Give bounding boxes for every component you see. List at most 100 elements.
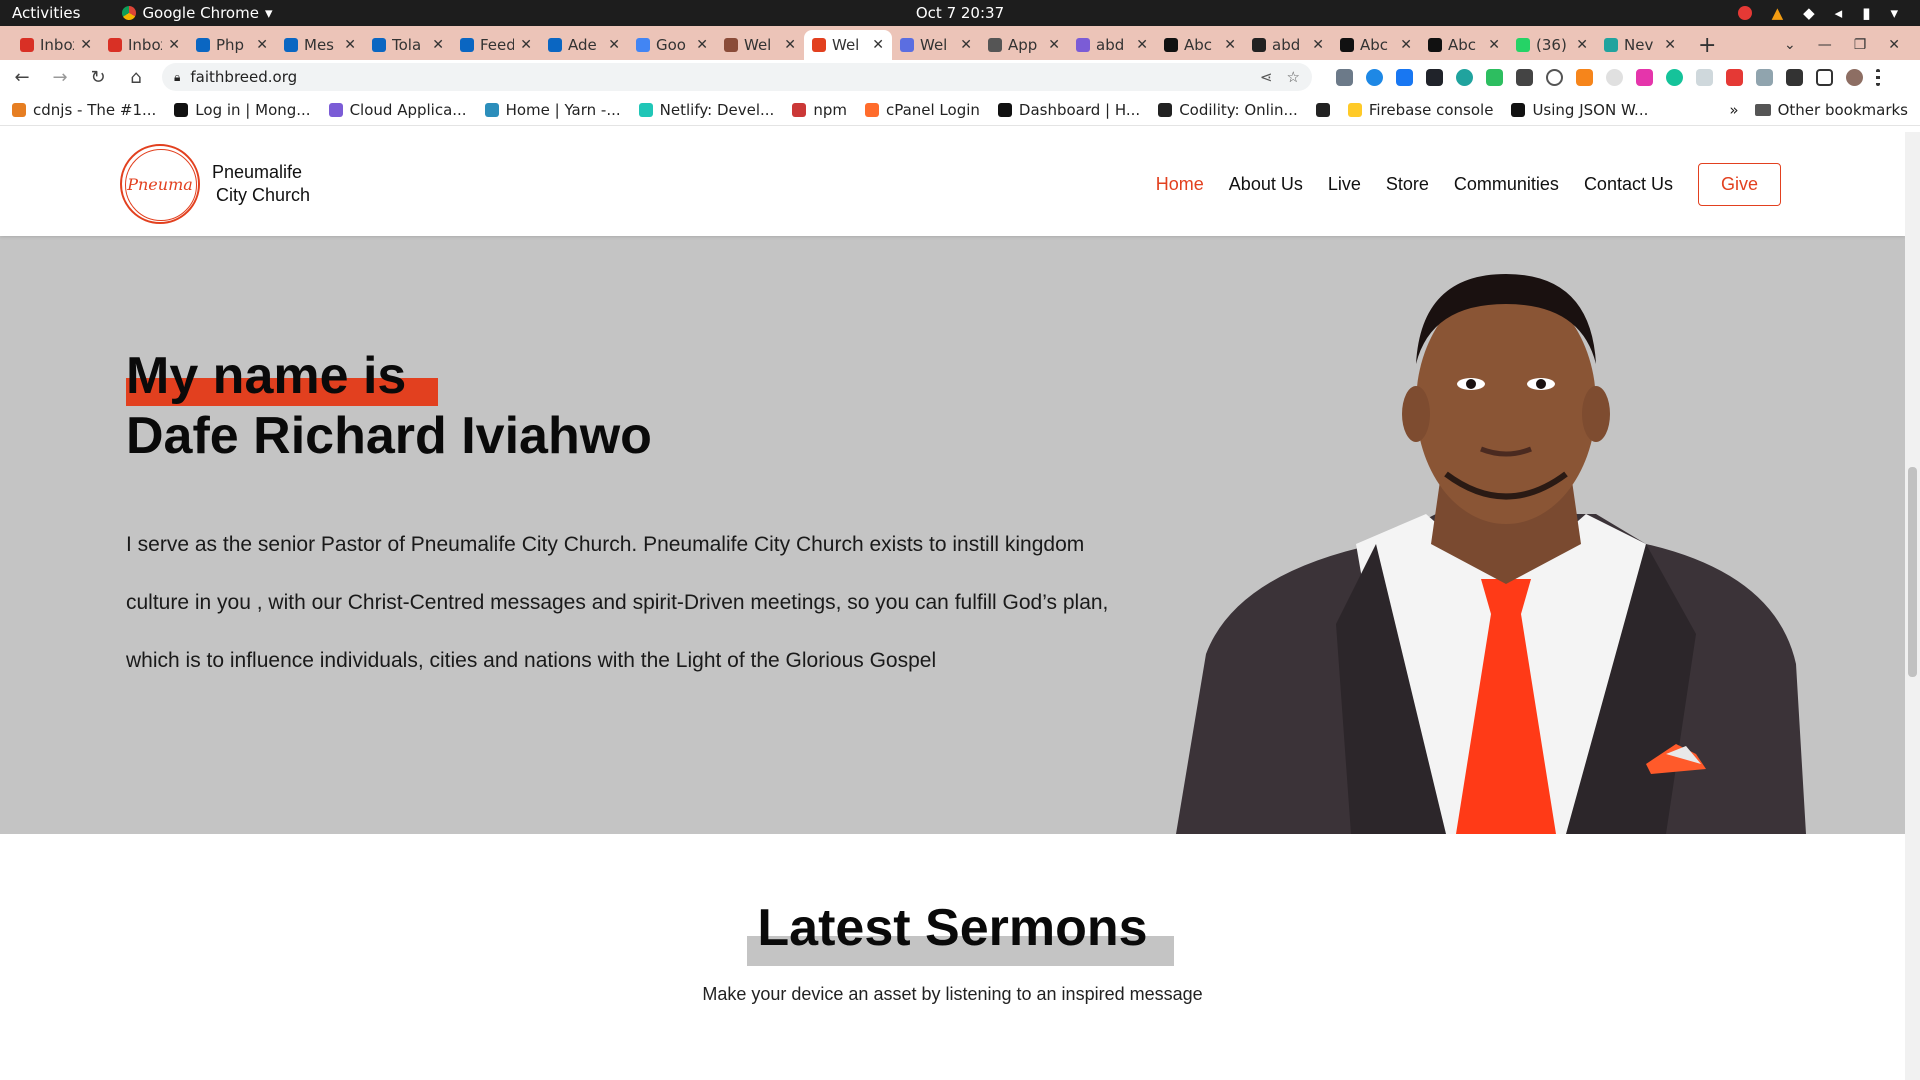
bookmark-item[interactable]: Netlify: Devel...	[638, 101, 774, 119]
tab-close-icon[interactable]: ✕	[432, 37, 444, 53]
tab-close-icon[interactable]: ✕	[168, 37, 180, 53]
browser-tab[interactable]: Nev ✕	[1596, 30, 1684, 60]
maximize-icon[interactable]: ❐	[1854, 37, 1867, 53]
nav-live-link[interactable]: Live	[1328, 174, 1361, 195]
bookmarks-more-chevron-icon[interactable]: »	[1729, 101, 1738, 119]
browser-tab[interactable]: Inbox ✕	[12, 30, 100, 60]
browser-tab[interactable]: Goo ✕	[628, 30, 716, 60]
teal-extension-icon[interactable]	[1456, 68, 1473, 86]
forward-arrow-icon[interactable]: →	[48, 65, 72, 89]
tab-close-icon[interactable]: ✕	[1312, 37, 1324, 53]
new-tab-plus-icon[interactable]: +	[1684, 30, 1730, 60]
back-arrow-icon[interactable]: ←	[10, 65, 34, 89]
browser-tab[interactable]: Abc ✕	[1420, 30, 1508, 60]
browser-tab[interactable]: abd ✕	[1068, 30, 1156, 60]
tab-close-icon[interactable]: ✕	[256, 37, 268, 53]
bookmark-item[interactable]: cdnjs - The #1...	[12, 101, 156, 119]
tab-close-icon[interactable]: ✕	[1664, 37, 1676, 53]
graphql-extension-icon[interactable]	[1636, 68, 1653, 86]
bookmark-item[interactable]: Codility: Onlin...	[1158, 101, 1298, 119]
minimize-icon[interactable]: —	[1818, 37, 1832, 53]
tab-close-icon[interactable]: ✕	[520, 37, 532, 53]
react-devtools-extension-icon[interactable]	[1426, 68, 1443, 86]
latest-sermons-section: Latest Sermons Make your device an asset…	[0, 834, 1905, 1005]
browser-tab[interactable]: Php ✕	[188, 30, 276, 60]
qr-extension-icon[interactable]	[1516, 68, 1533, 86]
metamask-extension-icon[interactable]	[1576, 68, 1593, 86]
browser-tab[interactable]: (36) ✕	[1508, 30, 1596, 60]
bookmark-item[interactable]: Firebase console	[1347, 101, 1493, 119]
browser-tab[interactable]: Feed ✕	[452, 30, 540, 60]
browser-tab[interactable]: Wel ✕	[716, 30, 804, 60]
ublock-extension-icon[interactable]	[1726, 68, 1743, 86]
bookmark-item[interactable]	[1315, 102, 1330, 117]
browser-tab[interactable]: Ade ✕	[540, 30, 628, 60]
app-menu[interactable]: Google Chrome ▾	[122, 4, 272, 22]
tab-close-icon[interactable]: ✕	[1576, 37, 1588, 53]
tab-close-icon[interactable]: ✕	[344, 37, 356, 53]
tab-close-icon[interactable]: ✕	[1224, 37, 1236, 53]
browser-tab[interactable]: Abc ✕	[1332, 30, 1420, 60]
scrollbar-thumb[interactable]	[1908, 467, 1917, 677]
tab-close-icon[interactable]: ✕	[1400, 37, 1412, 53]
side-panel-icon[interactable]	[1816, 68, 1833, 86]
profile-avatar[interactable]	[1846, 68, 1863, 86]
extensions-puzzle-icon[interactable]	[1786, 68, 1803, 86]
tab-close-icon[interactable]: ✕	[872, 37, 884, 53]
grey-extension-icon[interactable]	[1606, 68, 1623, 86]
tab-close-icon[interactable]: ✕	[80, 37, 92, 53]
close-window-icon[interactable]: ✕	[1888, 37, 1900, 53]
nav-home-link[interactable]: Home	[1156, 174, 1204, 195]
give-button[interactable]: Give	[1697, 162, 1781, 206]
tab-search-icon[interactable]: ⌄	[1784, 37, 1796, 53]
browser-tab[interactable]: Abc ✕	[1156, 30, 1244, 60]
share-icon[interactable]: ⋖	[1260, 68, 1273, 86]
browser-tab[interactable]: App ✕	[980, 30, 1068, 60]
grammarly-extension-icon[interactable]	[1666, 68, 1683, 86]
page-scrollbar[interactable]	[1905, 132, 1920, 1080]
tab-title: Wel	[744, 36, 772, 54]
screenshot-extension-icon[interactable]	[1756, 68, 1773, 86]
tab-close-icon[interactable]: ✕	[696, 37, 708, 53]
evernote-extension-icon[interactable]	[1486, 68, 1503, 86]
browser-tab[interactable]: Wel ✕	[804, 30, 892, 60]
browser-tab[interactable]: Mes ✕	[276, 30, 364, 60]
facebook-extension-icon[interactable]	[1396, 68, 1413, 86]
nav-about-us-link[interactable]: About Us	[1229, 174, 1303, 195]
blue-drop-extension-icon[interactable]	[1366, 68, 1383, 86]
clock[interactable]: Oct 7 20:37	[916, 4, 1004, 22]
bookmark-item[interactable]: npm	[792, 101, 847, 119]
shield-extension-icon[interactable]	[1696, 68, 1713, 86]
nav-contact-us-link[interactable]: Contact Us	[1584, 174, 1673, 195]
tab-close-icon[interactable]: ✕	[1048, 37, 1060, 53]
tab-close-icon[interactable]: ✕	[960, 37, 972, 53]
eyedropper-extension-icon[interactable]	[1336, 68, 1353, 86]
browser-tab[interactable]: Wel ✕	[892, 30, 980, 60]
tab-close-icon[interactable]: ✕	[1488, 37, 1500, 53]
bookmark-item[interactable]: Using JSON W...	[1511, 101, 1648, 119]
tab-close-icon[interactable]: ✕	[608, 37, 620, 53]
bookmark-star-icon[interactable]: ☆	[1287, 68, 1300, 86]
bookmark-item[interactable]: Log in | Mong...	[174, 101, 311, 119]
other-bookmarks-folder[interactable]: Other bookmarks	[1754, 101, 1908, 119]
reload-icon[interactable]: ↻	[86, 65, 110, 89]
nav-store-link[interactable]: Store	[1386, 174, 1429, 195]
browser-tab[interactable]: Tola ✕	[364, 30, 452, 60]
bookmark-item[interactable]: cPanel Login	[864, 101, 980, 119]
kebab-menu-icon[interactable]	[1876, 68, 1880, 86]
browser-tab[interactable]: abd ✕	[1244, 30, 1332, 60]
address-bar[interactable]: 🔒︎ faithbreed.org ⋖ ☆	[162, 63, 1312, 91]
system-tray[interactable]: ▲ ◆ ◂ ▮ ▾	[1737, 4, 1920, 22]
tab-close-icon[interactable]: ✕	[1136, 37, 1148, 53]
browser-tab[interactable]: Inbox ✕	[100, 30, 188, 60]
brand-name[interactable]: Pneumalife City Church	[212, 161, 310, 207]
nav-communities-link[interactable]: Communities	[1454, 174, 1559, 195]
circle-extension-icon[interactable]	[1546, 68, 1563, 86]
bookmark-item[interactable]: Dashboard | H...	[997, 101, 1140, 119]
home-icon[interactable]: ⌂	[124, 65, 148, 89]
tab-close-icon[interactable]: ✕	[784, 37, 796, 53]
activities-button[interactable]: Activities	[0, 4, 92, 22]
church-logo[interactable]: Pneuma	[120, 144, 200, 224]
bookmark-item[interactable]: Home | Yarn -...	[484, 101, 621, 119]
bookmark-item[interactable]: Cloud Applica...	[328, 101, 467, 119]
